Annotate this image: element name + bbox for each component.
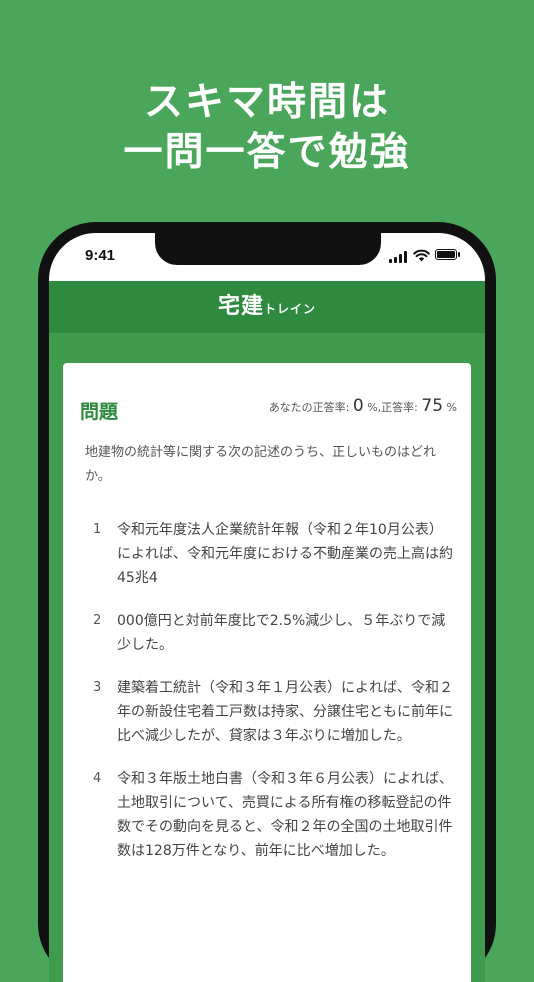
status-time: 9:41 [85,247,116,264]
app-logo-sub: トレイン [264,302,317,316]
question-text: 地建物の統計等に関する次の記述のうち、正しいものはどれか。 [85,445,437,484]
phone-screen: 9:41 宅建トレイン 問題 あなたの正答率: 0 %,正答率: 75 % 地建… [49,233,485,982]
app-logo: 宅建トレイン [218,294,316,319]
wifi-icon [413,249,430,262]
battery-icon [435,249,460,260]
overall-rate-unit: % [446,401,457,414]
choice-item-4[interactable]: 4 令和３年版土地白書（令和３年６月公表）によれば、土地取引について、売買による… [93,767,453,863]
overall-rate-label: 正答率: [381,401,418,414]
app-logo-main: 宅建 [217,294,264,319]
choice-text: 000億円と対前年度比で2.5%減少し、５年ぶりで減少した。 [117,613,446,653]
status-bar: 9:41 [49,233,485,281]
choice-list: 1 令和元年度法人企業統計年報（令和２年10月公表）によれば、令和元年度における… [93,518,453,882]
choice-item-2[interactable]: 2 000億円と対前年度比で2.5%減少し、５年ぶりで減少した。 [93,609,453,657]
choice-number: 1 [93,522,102,537]
choice-item-3[interactable]: 3 建築着工統計（令和３年１月公表）によれば、令和２年の新設住宅着工戸数は持家、… [93,676,453,748]
phone-notch [155,233,381,265]
choice-item-1[interactable]: 1 令和元年度法人企業統計年報（令和２年10月公表）によれば、令和元年度における… [93,518,453,590]
accuracy-stats: あなたの正答率: 0 %,正答率: 75 % [269,396,457,416]
choice-number: 2 [93,613,102,628]
choice-text: 令和３年版土地白書（令和３年６月公表）によれば、土地取引について、売買による所有… [117,771,453,859]
your-rate-unit: %, [367,401,382,414]
choice-number: 3 [93,680,102,695]
choice-number: 4 [93,771,102,786]
promo-headline: スキマ時間は 一問一答で勉強 [0,78,534,178]
app-header: 宅建トレイン [49,281,485,333]
headline-line-2: 一問一答で勉強 [123,130,411,175]
choice-text: 令和元年度法人企業統計年報（令和２年10月公表）によれば、令和元年度における不動… [117,522,453,586]
cellular-signal-icon [389,251,407,263]
headline-line-1: スキマ時間は [143,80,390,125]
overall-rate-value: 75 [421,396,444,416]
question-card: 問題 あなたの正答率: 0 %,正答率: 75 % 地建物の統計等に関する次の記… [63,363,471,982]
phone-frame: 9:41 宅建トレイン 問題 あなたの正答率: 0 %,正答率: 75 % 地建… [38,222,496,982]
choice-text: 建築着工統計（令和３年１月公表）によれば、令和２年の新設住宅着工戸数は持家、分譲… [117,680,453,744]
your-rate-label: あなたの正答率: [268,401,350,414]
your-rate-value: 0 [352,396,364,416]
question-title: 問題 [80,401,119,423]
